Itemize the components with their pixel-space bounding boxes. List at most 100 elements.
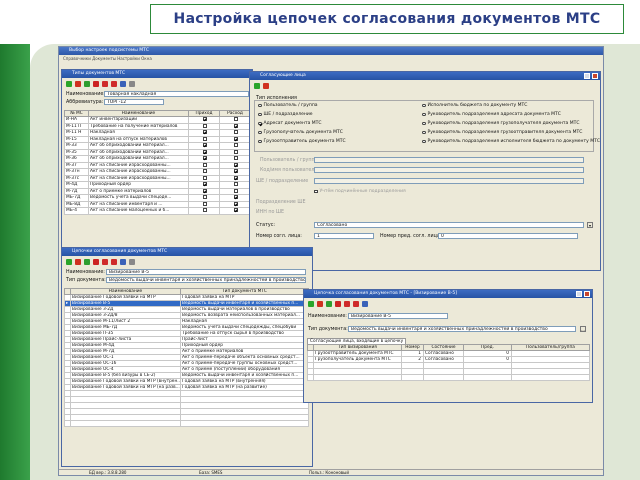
close-icon[interactable] (584, 291, 590, 297)
remove-icon[interactable] (93, 81, 99, 87)
ok-icon[interactable] (66, 81, 72, 87)
option-right-0[interactable]: Исполнитель бюджета по документу МТС (422, 103, 527, 108)
close-icon[interactable] (592, 73, 598, 79)
option-left-0[interactable]: Пользователь / группа (258, 103, 318, 108)
option-right-1[interactable]: Руководитель подразделения адресата доку… (422, 112, 561, 117)
out-checkbox[interactable] (233, 208, 238, 212)
cancel-icon[interactable] (263, 83, 269, 89)
out-checkbox[interactable] (233, 117, 238, 121)
out-checkbox[interactable] (233, 169, 238, 173)
option-left-1[interactable]: ШЕ / подразделение (258, 112, 313, 117)
option-left-2[interactable]: Адресат документа МТС (258, 121, 322, 126)
in-checkbox[interactable] (202, 195, 207, 199)
ok-icon[interactable] (308, 301, 314, 307)
remove-icon[interactable] (335, 301, 341, 307)
remove-icon[interactable] (93, 259, 99, 265)
minimize-icon[interactable] (576, 291, 582, 297)
option-left-3[interactable]: Грузополучатель документа МТС (258, 130, 343, 135)
refresh-icon[interactable] (111, 81, 117, 87)
type-in-cell[interactable] (188, 207, 220, 215)
option-right-3[interactable]: Руководитель подразделения грузоотправит… (422, 130, 582, 135)
table-row[interactable]: Визирование В-5 (без визуры в СЕ-2) Ведом… (64, 372, 309, 379)
out-checkbox[interactable] (233, 149, 238, 154)
table-row[interactable]: Визирование ОС-4 Акт о приеме (поступлени… (64, 366, 309, 373)
cancel-icon[interactable] (75, 81, 81, 87)
params-name-input[interactable]: Визирование В-5 (348, 313, 448, 319)
filter-icon[interactable] (362, 301, 368, 307)
table-row[interactable]: Визирование З-2Д/8 Ведомость возврата неи… (64, 312, 309, 319)
radio-icon[interactable] (258, 130, 262, 135)
table-row[interactable]: Визирование З-2Д Ведомость выдачи материа… (64, 306, 309, 313)
out-checkbox[interactable] (233, 143, 238, 147)
radio-icon[interactable] (258, 121, 262, 126)
filter-icon[interactable] (120, 81, 126, 87)
num-input[interactable]: 1 (314, 233, 374, 239)
option-right-4[interactable]: Руководитель подразделения исполнителя б… (422, 139, 600, 144)
ok-icon[interactable] (66, 259, 72, 265)
sort-icon[interactable] (129, 81, 135, 87)
minimize-icon[interactable] (584, 73, 590, 79)
types-abbr-input[interactable]: ТОРГ-12 (104, 99, 164, 105)
chains-type-input[interactable]: Ведомость выдачи инвентаря и хозяйственн… (106, 277, 306, 283)
params-type-input[interactable]: Ведомость выдачи инвентаря и хозяйственн… (348, 326, 576, 332)
cancel-icon[interactable] (317, 301, 323, 307)
in-checkbox[interactable] (202, 117, 207, 121)
cancel-icon[interactable] (75, 259, 81, 265)
refresh-icon[interactable] (353, 301, 359, 307)
in-checkbox[interactable] (202, 208, 207, 212)
in-checkbox[interactable] (202, 162, 207, 167)
sort-icon[interactable] (129, 259, 135, 265)
table-row[interactable]: Визирование ОС-16 Акт о приеме-передаче г… (64, 360, 309, 367)
in-checkbox[interactable] (202, 130, 207, 134)
out-checkbox[interactable] (233, 182, 238, 186)
in-checkbox[interactable] (202, 182, 207, 186)
filter-icon[interactable] (120, 259, 126, 265)
in-checkbox[interactable] (202, 149, 207, 154)
radio-icon[interactable] (422, 139, 426, 144)
radio-icon[interactable] (422, 130, 426, 135)
in-checkbox[interactable] (202, 156, 207, 160)
out-checkbox[interactable] (233, 156, 238, 160)
prev-input[interactable]: 0 (438, 233, 578, 239)
out-checkbox[interactable] (233, 175, 238, 180)
out-checkbox[interactable] (233, 201, 238, 206)
radio-icon[interactable] (258, 103, 262, 108)
table-row[interactable]: МБ-4 Акт на списание малоценных и б... (64, 207, 251, 215)
move-icon[interactable] (102, 81, 108, 87)
move-icon[interactable] (344, 301, 350, 307)
status-select[interactable]: Согласовано (314, 222, 584, 228)
refresh-icon[interactable] (111, 259, 117, 265)
table-row[interactable]: Визирование П-35 Требование на отпуск сыр… (64, 330, 309, 337)
in-checkbox[interactable] (202, 201, 207, 206)
radio-icon[interactable] (422, 121, 426, 126)
option-right-2[interactable]: Руководитель подразделения грузополучате… (422, 121, 580, 126)
table-row[interactable]: ▸ Визирование В-5 Ведомость выдачи инвента… (64, 300, 309, 307)
out-checkbox[interactable] (233, 162, 238, 167)
params-type-browse-icon[interactable]: … (580, 326, 586, 332)
status-dropdown-icon[interactable]: ▾ (587, 222, 593, 228)
radio-icon[interactable] (258, 139, 262, 144)
radio-icon[interactable] (422, 112, 426, 117)
in-checkbox[interactable] (202, 175, 207, 180)
in-checkbox[interactable] (202, 143, 207, 147)
option-left-4[interactable]: Грузоотправитель документа МТС (258, 139, 346, 144)
types-name-input[interactable]: Товарная накладная (104, 91, 249, 97)
out-checkbox[interactable] (233, 195, 238, 199)
ok-icon[interactable] (254, 83, 260, 89)
move-icon[interactable] (102, 259, 108, 265)
include-sub-checkbox[interactable]: Учтём подчинённые подразделения (314, 189, 406, 194)
out-checkbox[interactable] (233, 188, 238, 193)
type-out-cell[interactable] (219, 207, 251, 215)
in-checkbox[interactable] (202, 136, 207, 141)
add-icon[interactable] (84, 81, 90, 87)
in-checkbox[interactable] (202, 123, 207, 128)
radio-icon[interactable] (422, 103, 426, 108)
in-checkbox[interactable] (202, 188, 207, 193)
out-checkbox[interactable] (233, 123, 238, 128)
app-menu[interactable]: Справочники Документы Настройки Окна (63, 56, 152, 61)
table-row[interactable]: Визирование МБ-7Д Ведомость учета выдачи … (64, 324, 309, 331)
table-row[interactable]: Визирование ОС-1 Акт о приеме-передаче об… (64, 354, 309, 361)
chains-name-input[interactable]: Визирование В-5 (106, 269, 306, 275)
out-checkbox[interactable] (233, 130, 238, 134)
add-icon[interactable] (84, 259, 90, 265)
